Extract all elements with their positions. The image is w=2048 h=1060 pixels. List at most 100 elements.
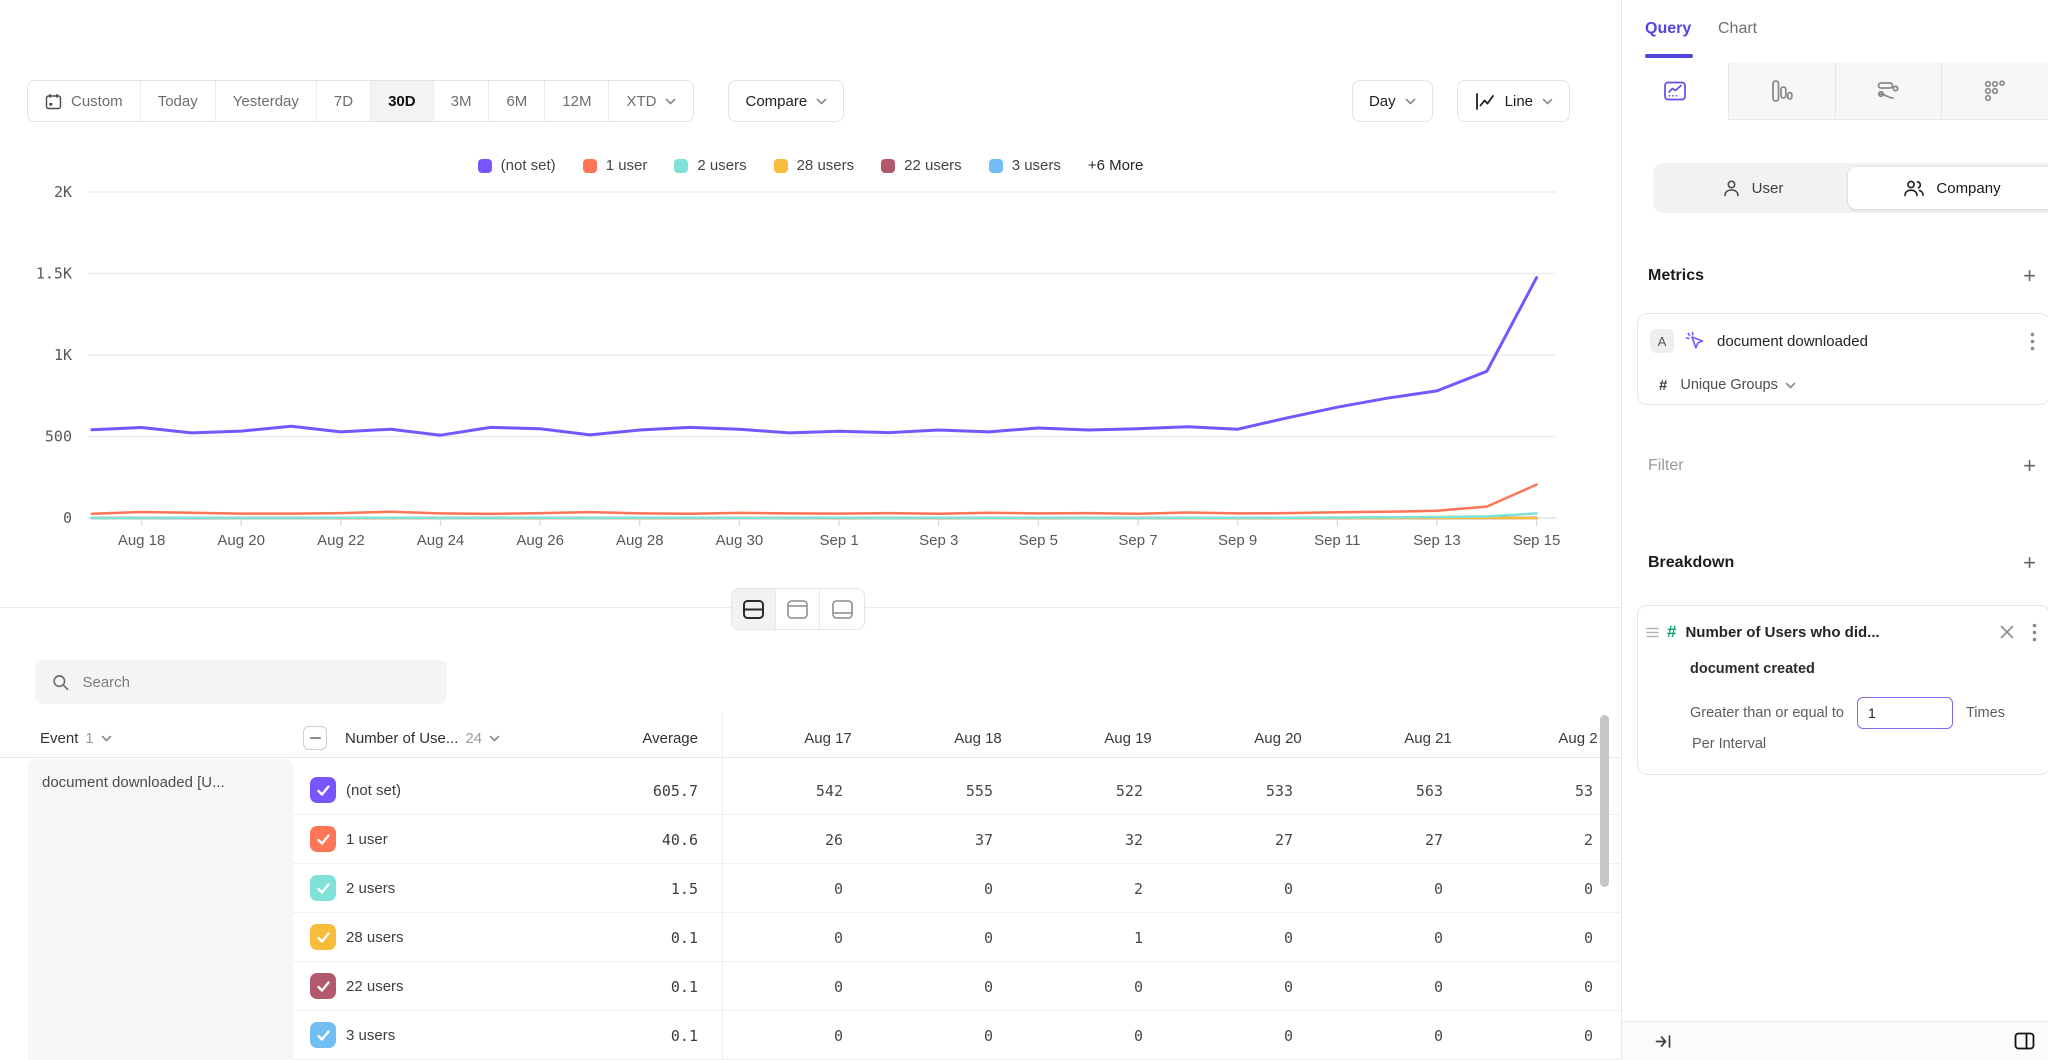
range-custom-button[interactable]: Custom bbox=[28, 81, 141, 121]
check-icon bbox=[316, 833, 331, 846]
date-column-header[interactable]: Aug 18 bbox=[903, 718, 1053, 758]
range-30d-button[interactable]: 30D bbox=[371, 81, 434, 121]
row-value-cell: 0 bbox=[753, 864, 903, 913]
row-average: 605.7 bbox=[533, 766, 698, 815]
legend-item[interactable]: 1 user bbox=[583, 157, 648, 174]
legend-item[interactable]: 28 users bbox=[774, 157, 855, 174]
table-vertical-scrollbar[interactable] bbox=[1600, 715, 1609, 887]
breakdown-menu-button[interactable] bbox=[2032, 623, 2037, 642]
row-value-cell: 27 bbox=[1203, 815, 1353, 864]
legend-item[interactable]: (not set) bbox=[478, 157, 556, 174]
legend-item[interactable]: 2 users bbox=[674, 157, 746, 174]
metric-event-name: document downloaded bbox=[1717, 333, 2019, 350]
table-only-view-button[interactable] bbox=[820, 589, 864, 629]
entity-option-company[interactable]: Company bbox=[1848, 167, 2048, 209]
metric-card[interactable]: A document downloaded # Unique Groups bbox=[1637, 313, 2048, 405]
breakdown-column-header[interactable]: Number of Use... 24 bbox=[345, 718, 500, 758]
flows-chart-type-button[interactable] bbox=[1835, 62, 1942, 120]
panel-top-icon bbox=[786, 599, 809, 620]
condition-value-input[interactable] bbox=[1857, 697, 1953, 729]
row-value-cell: 37 bbox=[903, 815, 1053, 864]
range-7d-button[interactable]: 7D bbox=[317, 81, 371, 121]
split-view-button[interactable] bbox=[732, 589, 776, 629]
chart-only-view-button[interactable] bbox=[776, 589, 820, 629]
row-value-cell: 555 bbox=[903, 766, 1053, 815]
svg-text:Aug 20: Aug 20 bbox=[217, 532, 265, 549]
metric-card-row: A document downloaded bbox=[1650, 328, 2035, 354]
retention-chart-type-button[interactable] bbox=[1941, 62, 2048, 120]
svg-text:Sep 7: Sep 7 bbox=[1118, 532, 1157, 549]
entity-option-user[interactable]: User bbox=[1657, 167, 1848, 209]
row-value-cell: 0 bbox=[903, 1011, 1053, 1060]
legend-swatch bbox=[674, 159, 688, 173]
legend-label: 28 users bbox=[797, 157, 855, 174]
svg-text:Sep 3: Sep 3 bbox=[919, 532, 958, 549]
event-column-header[interactable]: Event 1 bbox=[40, 718, 112, 758]
compare-button[interactable]: Compare bbox=[728, 80, 844, 122]
select-all-checkbox[interactable] bbox=[303, 718, 327, 758]
table-row: 28 users0.1001000 bbox=[293, 913, 1621, 962]
range-3m-button[interactable]: 3M bbox=[434, 81, 490, 121]
chart-style-dropdown[interactable]: Line bbox=[1457, 80, 1570, 122]
date-column-header[interactable]: Aug 21 bbox=[1353, 718, 1503, 758]
row-value-cell: 0 bbox=[903, 962, 1053, 1011]
indeterminate-checkbox-icon bbox=[303, 726, 327, 750]
add-metric-button[interactable]: + bbox=[2023, 265, 2036, 287]
svg-text:Sep 11: Sep 11 bbox=[1314, 532, 1360, 549]
user-icon bbox=[1722, 179, 1741, 198]
row-checkbox[interactable] bbox=[310, 777, 336, 803]
row-average: 0.1 bbox=[533, 1011, 698, 1060]
remove-breakdown-button[interactable] bbox=[2000, 625, 2014, 639]
aggregation-dropdown[interactable]: Unique Groups bbox=[1680, 377, 1796, 393]
svg-text:Aug 22: Aug 22 bbox=[317, 532, 365, 549]
row-value-cell: 522 bbox=[1053, 766, 1203, 815]
add-filter-button[interactable]: + bbox=[2023, 455, 2036, 477]
average-column-header[interactable]: Average bbox=[560, 718, 698, 758]
date-column-header[interactable]: Aug 20 bbox=[1203, 718, 1353, 758]
row-checkbox[interactable] bbox=[310, 826, 336, 852]
row-checkbox[interactable] bbox=[310, 875, 336, 901]
legend-more-button[interactable]: +6 More bbox=[1088, 157, 1143, 174]
funnel-bars-icon bbox=[1770, 79, 1794, 103]
legend-item[interactable]: 22 users bbox=[881, 157, 962, 174]
date-column-header[interactable]: Aug 19 bbox=[1053, 718, 1203, 758]
interval-dropdown[interactable]: Day bbox=[1352, 80, 1433, 122]
search-input[interactable] bbox=[82, 674, 430, 691]
collapse-panel-button[interactable] bbox=[1655, 1033, 1673, 1050]
legend-item[interactable]: 3 users bbox=[989, 157, 1061, 174]
report-toolbar: CustomTodayYesterday7D30D3M6M12MXTD Comp… bbox=[27, 80, 1570, 122]
aggregation-label: Unique Groups bbox=[1680, 377, 1778, 393]
breakdown-card[interactable]: # Number of Users who did... document cr… bbox=[1637, 605, 2048, 775]
range-today-button[interactable]: Today bbox=[141, 81, 216, 121]
row-value-cell: 0 bbox=[903, 913, 1053, 962]
svg-text:Sep 9: Sep 9 bbox=[1218, 532, 1257, 549]
funnels-chart-type-button[interactable] bbox=[1728, 62, 1835, 120]
row-checkbox[interactable] bbox=[310, 1022, 336, 1048]
breakdown-heading: Breakdown bbox=[1648, 554, 1734, 572]
metric-menu-button[interactable] bbox=[2030, 332, 2035, 351]
range-6m-button[interactable]: 6M bbox=[489, 81, 545, 121]
drag-handle-icon[interactable] bbox=[1646, 627, 1659, 638]
event-cell[interactable]: document downloaded [U... bbox=[28, 759, 293, 1060]
svg-text:Aug 30: Aug 30 bbox=[716, 532, 764, 549]
svg-text:2K: 2K bbox=[54, 185, 72, 201]
kebab-menu-icon bbox=[2032, 623, 2037, 642]
row-checkbox[interactable] bbox=[310, 924, 336, 950]
row-checkbox[interactable] bbox=[310, 973, 336, 999]
chevron-down-icon bbox=[1785, 382, 1796, 389]
add-breakdown-button[interactable]: + bbox=[2023, 552, 2036, 574]
range-12m-button[interactable]: 12M bbox=[545, 81, 609, 121]
tab-query[interactable]: Query bbox=[1645, 0, 1691, 58]
panel-footer bbox=[1622, 1021, 2048, 1060]
condition-label: Greater than or equal to bbox=[1690, 705, 1844, 721]
toggle-sidebar-button[interactable] bbox=[2014, 1032, 2035, 1050]
row-average: 40.6 bbox=[533, 815, 698, 864]
row-value-cell: 0 bbox=[1503, 1011, 1621, 1060]
svg-text:Sep 15: Sep 15 bbox=[1513, 532, 1561, 549]
insights-chart-type-button[interactable] bbox=[1622, 62, 1728, 120]
metrics-heading: Metrics bbox=[1648, 267, 1704, 285]
range-yesterday-button[interactable]: Yesterday bbox=[216, 81, 317, 121]
date-column-header[interactable]: Aug 17 bbox=[753, 718, 903, 758]
tab-chart[interactable]: Chart bbox=[1718, 0, 1757, 58]
range-xtd-button[interactable]: XTD bbox=[609, 81, 693, 121]
